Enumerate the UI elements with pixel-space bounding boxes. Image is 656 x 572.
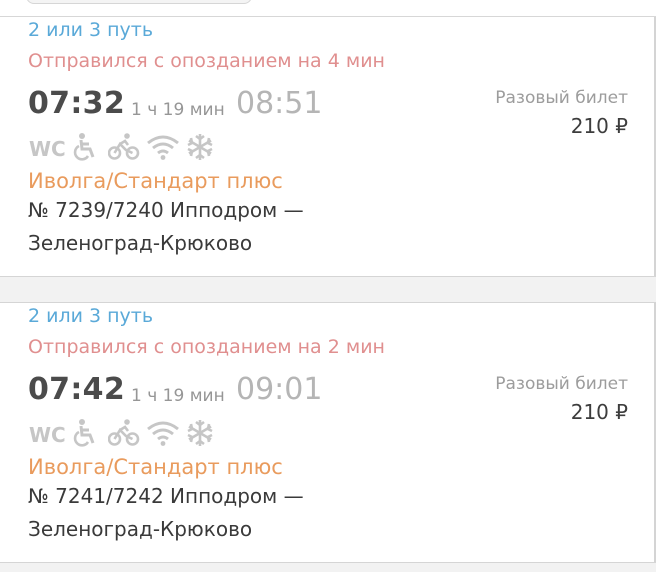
ticket-price: 210 ₽	[570, 400, 628, 424]
track-info: 2 или 3 путь	[28, 305, 154, 327]
ticket-price: 210 ₽	[570, 114, 628, 138]
wheelchair-icon	[73, 419, 95, 447]
wifi-icon	[147, 135, 179, 160]
delay-status: Отправился с опозданием на 2 мин	[28, 336, 385, 358]
route-line: Зеленоград-Крюково	[28, 231, 253, 255]
trip-card[interactable]: 2 или 3 путь Отправился с опозданием на …	[0, 303, 656, 562]
trip-duration: 1 ч 19 мин	[131, 386, 225, 406]
wc-icon: WC	[29, 137, 66, 161]
train-class: Иволга/Стандарт плюс	[28, 169, 283, 193]
delay-status: Отправился с опозданием на 4 мин	[28, 50, 385, 72]
arrival-time: 08:51	[236, 86, 323, 121]
track-info: 2 или 3 путь	[28, 19, 154, 41]
route-line: № 7239/7240 Ипподром —	[28, 198, 304, 222]
trip-duration: 1 ч 19 мин	[131, 100, 225, 120]
route-line: Зеленоград-Крюково	[28, 517, 253, 541]
trip-card[interactable]: 2 или 3 путь Отправился с опозданием на …	[0, 17, 656, 276]
arrival-time: 09:01	[236, 372, 323, 407]
snowflake-icon	[187, 420, 213, 446]
snowflake-icon	[187, 134, 213, 160]
wheelchair-icon	[73, 133, 95, 161]
svg-text:WC: WC	[29, 423, 66, 447]
svg-text:WC: WC	[29, 137, 66, 161]
departure-time: 07:42	[28, 372, 125, 407]
train-class: Иволга/Стандарт плюс	[28, 455, 283, 479]
route-line: № 7241/7242 Ипподром —	[28, 484, 304, 508]
bottom-separator	[0, 562, 656, 572]
trip-list-screen: 2 или 3 путь Отправился с опозданием на …	[0, 0, 656, 572]
wifi-icon	[147, 421, 179, 446]
ticket-type: Разовый билет	[495, 88, 628, 108]
departure-time: 07:32	[28, 86, 125, 121]
wc-icon: WC	[29, 423, 66, 447]
bicycle-icon	[108, 419, 140, 446]
bicycle-icon	[108, 133, 140, 160]
ticket-type: Разовый билет	[495, 374, 628, 394]
card-separator	[0, 276, 656, 303]
search-field-fragment[interactable]	[26, 0, 252, 4]
